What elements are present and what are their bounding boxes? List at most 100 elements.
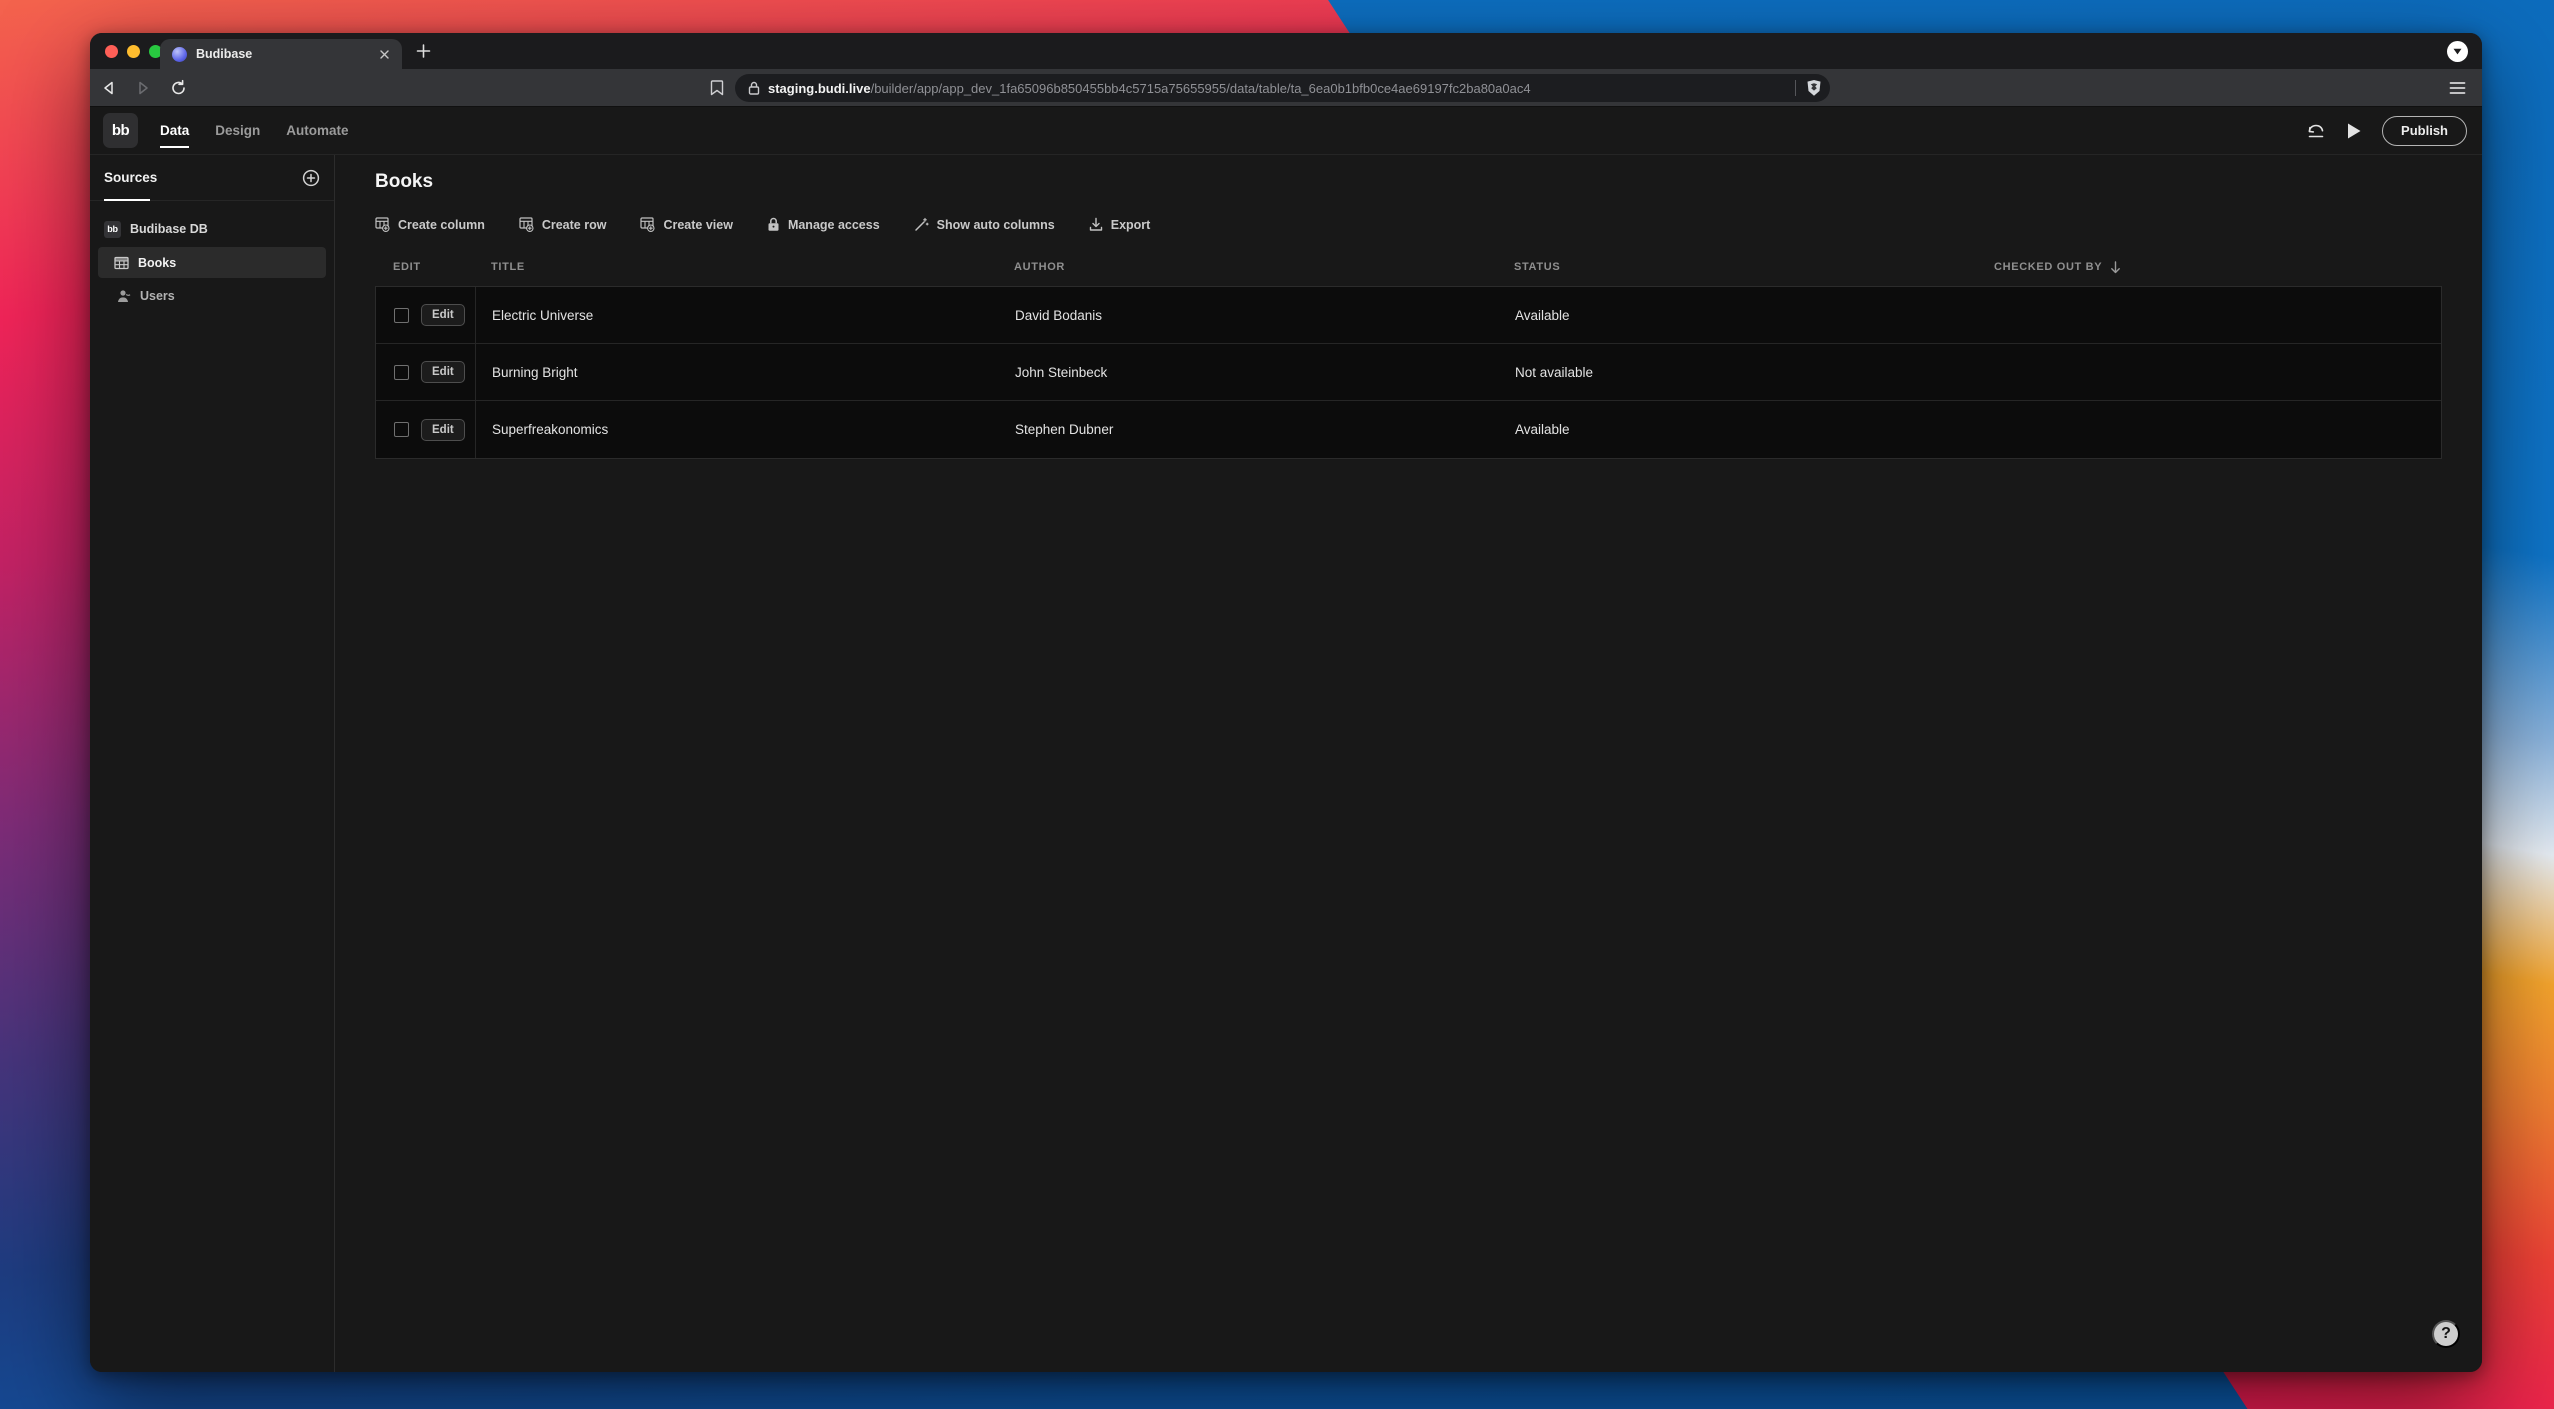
table-plus-icon (519, 217, 534, 232)
edit-cell: Edit (376, 287, 476, 343)
sidebar-item-users[interactable]: Users (90, 281, 334, 311)
sidebar-item-label: Books (138, 255, 177, 270)
url-path: /builder/app/app_dev_1fa65096b850455bb4c… (870, 80, 1531, 96)
window-controls (105, 45, 162, 58)
row-checkbox[interactable] (394, 422, 409, 437)
browser-menu-icon[interactable] (2449, 81, 2466, 95)
sort-descending-icon[interactable] (2110, 260, 2121, 274)
column-header-title[interactable]: TITLE (475, 261, 998, 273)
title-cell: Electric Universe (492, 307, 594, 323)
column-header-status[interactable]: STATUS (1498, 261, 1978, 273)
table-row[interactable]: Edit Electric Universe David Bodanis Ava… (376, 287, 2441, 344)
title-cell: Burning Bright (492, 364, 578, 380)
tab-search-button[interactable] (2447, 41, 2468, 62)
browser-tab-strip: Budibase (90, 33, 2482, 69)
close-tab-icon[interactable] (379, 49, 390, 60)
wand-icon (914, 217, 929, 232)
table-plus-icon (640, 217, 656, 232)
edit-cell: Edit (376, 344, 476, 400)
sources-title: Sources (104, 170, 158, 185)
bookmark-icon[interactable] (710, 79, 724, 96)
toolbar-item-label: Create view (663, 217, 733, 232)
url-text: staging.budi.live/builder/app/app_dev_1f… (768, 81, 1531, 96)
sources-header: Sources (90, 155, 334, 201)
status-cell: Available (1515, 422, 1570, 437)
row-checkbox[interactable] (394, 364, 409, 380)
url-bar[interactable]: staging.budi.live/builder/app/app_dev_1f… (735, 74, 1830, 102)
table-icon (114, 256, 129, 270)
title-cell: Superfreakonomics (492, 422, 609, 437)
table-row[interactable]: Edit Superfreakonomics Stephen Dubner Av… (376, 401, 2441, 458)
toolbar-item-label: Create row (541, 217, 607, 232)
checked-out-by-cell (1979, 344, 2441, 400)
sources-list: bb Budibase DB Books Users (90, 201, 334, 311)
sources-active-underline (104, 199, 150, 201)
app-nav: Data Design Automate (160, 107, 349, 154)
show-auto-columns-button[interactable]: Show auto columns (914, 217, 1055, 232)
browser-toolbar: staging.budi.live/builder/app/app_dev_1f… (90, 69, 2482, 107)
browser-tab[interactable]: Budibase (160, 39, 402, 69)
forward-icon[interactable] (134, 79, 152, 97)
create-row-button[interactable]: Create row (519, 217, 607, 232)
budibase-logo[interactable]: bb (103, 113, 138, 148)
column-header-author[interactable]: AUTHOR (998, 261, 1498, 273)
back-icon[interactable] (100, 79, 118, 97)
url-domain: staging.budi.live (768, 80, 871, 96)
edit-row-button[interactable]: Edit (421, 418, 465, 441)
reload-icon[interactable] (170, 79, 187, 96)
lock-icon (748, 81, 760, 95)
sidebar-item-label: Users (140, 289, 175, 303)
edit-row-button[interactable]: Edit (421, 361, 465, 383)
create-view-button[interactable]: Create view (640, 217, 733, 232)
books-table: Edit Electric Universe David Bodanis Ava… (375, 286, 2442, 459)
close-window-button[interactable] (105, 45, 118, 58)
create-column-button[interactable]: Create column (375, 217, 485, 232)
toolbar-item-label: Export (1110, 217, 1151, 232)
table-content: Books Create column Create row Create vi… (335, 155, 2482, 1372)
publish-button[interactable]: Publish (2382, 115, 2467, 146)
toolbar-item-label: Manage access (787, 217, 880, 232)
download-icon (1089, 217, 1103, 232)
desktop-wallpaper: Budibase staging.budi.live/builder/app/a… (0, 0, 2554, 1409)
table-toolbar: Create column Create row Create view Man… (375, 217, 2442, 232)
tab-design[interactable]: Design (215, 107, 260, 154)
sidebar-item-label: Budibase DB (130, 222, 208, 236)
toolbar-item-label: Create column (398, 217, 485, 232)
checked-out-by-cell (1979, 401, 2441, 458)
author-cell: David Bodanis (1015, 307, 1103, 323)
preview-play-icon[interactable] (2346, 122, 2362, 140)
row-checkbox[interactable] (394, 307, 409, 323)
export-button[interactable]: Export (1089, 217, 1151, 232)
help-button[interactable]: ? (2432, 1320, 2460, 1348)
budibase-db-icon: bb (104, 220, 121, 238)
table-plus-icon (375, 217, 390, 232)
toolbar-item-label: Show auto columns (936, 217, 1055, 232)
minimize-window-button[interactable] (127, 45, 140, 58)
brave-shield-icon[interactable] (1806, 79, 1822, 97)
sidebar-item-books[interactable]: Books (98, 247, 326, 278)
budibase-favicon-icon (172, 46, 187, 62)
user-icon (116, 289, 131, 303)
tab-data[interactable]: Data (160, 107, 190, 154)
add-source-icon[interactable] (302, 169, 320, 187)
column-header-edit: EDIT (393, 261, 421, 273)
sidebar-item-budibase-db[interactable]: bb Budibase DB (90, 214, 334, 244)
manage-access-button[interactable]: Manage access (767, 217, 880, 232)
checked-out-by-cell (1979, 287, 2441, 343)
sources-sidebar: Sources bb Budibase DB Books Users (90, 155, 335, 1372)
new-tab-button[interactable] (416, 44, 431, 59)
edit-cell: Edit (376, 401, 476, 458)
lock-icon (767, 217, 780, 232)
edit-row-button[interactable]: Edit (421, 304, 465, 326)
column-header-checked-out-by[interactable]: CHECKED OUT BY (1978, 260, 2442, 274)
tab-automate[interactable]: Automate (286, 107, 348, 154)
app-header-actions: Publish (2306, 115, 2467, 146)
app-header: bb Data Design Automate Publish (90, 107, 2482, 155)
undo-icon[interactable] (2306, 122, 2326, 140)
table-row[interactable]: Edit Burning Bright John Steinbeck Not a… (376, 344, 2441, 401)
status-cell: Not available (1515, 364, 1594, 380)
url-bar-right (1795, 79, 1822, 97)
page-title: Books (375, 171, 434, 192)
tab-title: Budibase (196, 47, 253, 61)
author-cell: Stephen Dubner (1015, 422, 1114, 437)
